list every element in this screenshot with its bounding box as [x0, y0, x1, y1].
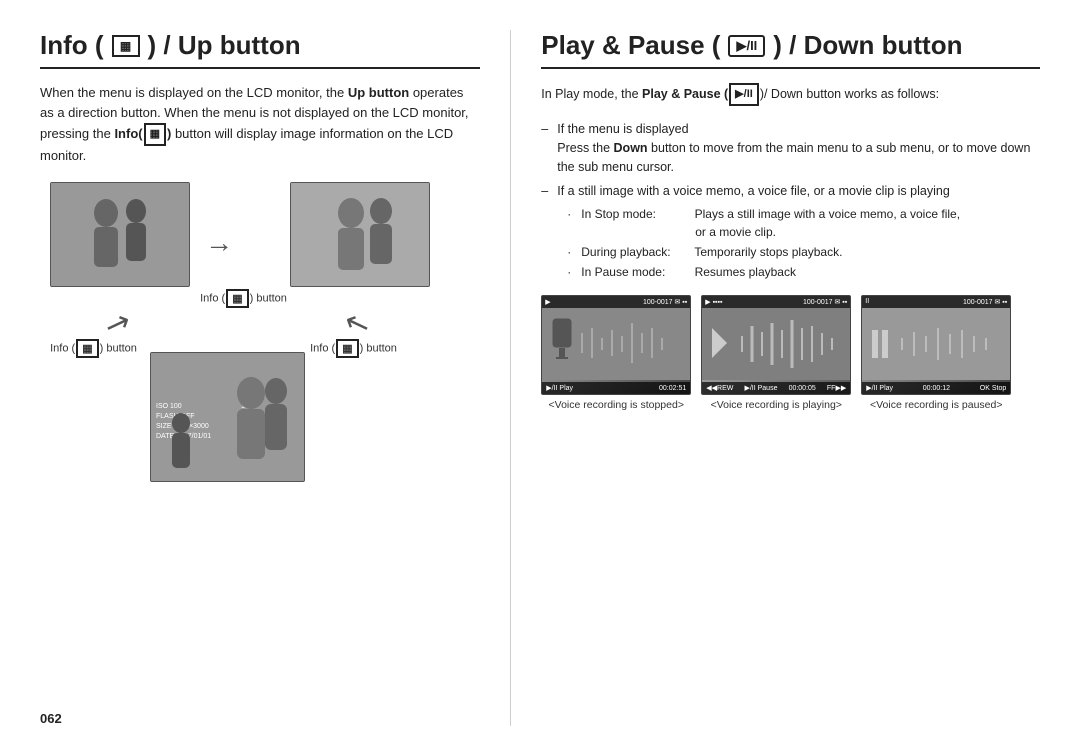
- thumb-item-1: ▶ 100-0017 ✉ ▪▪: [541, 295, 691, 411]
- thumb-item-3: II 100-0017 ✉ ▪▪: [861, 295, 1011, 411]
- thumb2-image: [702, 308, 851, 380]
- thumb3-bar: ▶/II Play 00:00:12 OK Stop: [862, 382, 1010, 394]
- thumb-cam-1: ▶ 100-0017 ✉ ▪▪: [541, 295, 691, 395]
- thumb2-bar-play: ▶/II Pause: [744, 384, 777, 392]
- label-info-center: Info (▦) button: [200, 289, 287, 308]
- thumb3-bar-left: ▶/II Play: [866, 384, 893, 392]
- body-info-label: Info(: [114, 126, 142, 141]
- thumb3-bar-ok: OK Stop: [980, 385, 1006, 392]
- cam1-image: [51, 183, 190, 287]
- thumb1-bar-left: ▶/II Play: [546, 384, 573, 392]
- thumb-cam-3: II 100-0017 ✉ ▪▪: [861, 295, 1011, 395]
- sub-text-2: Temporarily stops playback.: [694, 245, 842, 259]
- diagram: ▶ 100-0010 ✉ ▪▪▪ →: [50, 182, 470, 502]
- sub-item-2: During playback: Temporarily stops playb…: [567, 243, 1040, 261]
- info-label-left-close: ) button: [100, 343, 137, 355]
- info-label-center-text: Info (: [200, 293, 225, 305]
- page-number: 062: [40, 711, 62, 726]
- body-p1-bold: Up button: [348, 85, 409, 100]
- thumb1-hud-icon: ▶: [545, 298, 550, 306]
- thumb3-bar-time: 00:00:12: [923, 385, 950, 392]
- thumb3-hud-icon: II: [865, 298, 869, 306]
- bullet-item-1: If the menu is displayed Press the Down …: [541, 120, 1040, 176]
- left-title-text-pre: Info (: [40, 30, 104, 61]
- arrow-right: →: [205, 227, 233, 259]
- svg-text:ISO 100: ISO 100: [156, 403, 182, 410]
- thumb3-image: [862, 308, 1011, 380]
- thumbnail-row: ▶ 100-0017 ✉ ▪▪: [541, 295, 1040, 411]
- camera-image-3: ▶ 100-0010 ✉ ▪▪▪ ISO 100 FLASH OFF SIZE …: [150, 352, 305, 482]
- label-info-right: Info (▦) button: [310, 339, 397, 358]
- thumb2-bar-ff: FF▶▶: [827, 384, 846, 392]
- bullet-1-sub: Press the Down button to move from the m…: [557, 141, 1030, 174]
- sub-label-3: In Pause mode:: [581, 263, 691, 281]
- sub-label-2: During playback:: [581, 243, 691, 261]
- thumb3-label: <Voice recording is paused>: [870, 399, 1003, 411]
- sub-label-1: In Stop mode:: [581, 205, 691, 223]
- right-title-post: ) / Down button: [773, 30, 962, 61]
- right-column: Play & Pause (▶/II) / Down button In Pla…: [511, 30, 1040, 726]
- info-label-center-close: ) button: [250, 293, 287, 305]
- sub-text-1: Plays a still image with a voice memo, a…: [695, 207, 960, 221]
- cam2-image: [291, 183, 430, 287]
- info-icon-inline: ▦: [144, 123, 166, 146]
- thumb1-bar-time: 00:02:51: [659, 385, 686, 392]
- right-title: Play & Pause ( ▶/II ) / Down button: [541, 30, 1040, 69]
- thumb2-hud-text: 100-0017 ✉ ▪▪: [803, 298, 847, 306]
- info-icon-left: ▦: [76, 339, 98, 358]
- sub-item-1: In Stop mode: Plays a still image with a…: [567, 205, 1040, 241]
- thumb1-label: <Voice recording is stopped>: [549, 399, 684, 411]
- right-body-intro: In Play mode, the Play & Pause (▶/II)/ D…: [541, 83, 1040, 106]
- thumb1-image: [542, 308, 691, 380]
- play-pause-icon-title: ▶/II: [728, 35, 765, 57]
- thumb1-hud-text: 100-0017 ✉ ▪▪: [643, 298, 687, 306]
- info-icon-center: ▦: [226, 289, 248, 308]
- info-label-right-close: ) button: [360, 343, 397, 355]
- right-body-pre: In Play mode, the: [541, 87, 642, 101]
- sub-list: In Stop mode: Plays a still image with a…: [567, 205, 1040, 281]
- left-title-text-post: ) / Up button: [148, 30, 301, 61]
- info-icon-right: ▦: [336, 339, 358, 358]
- page: Info (▦) / Up button When the menu is di…: [0, 0, 1080, 746]
- right-body-bold: Play & Pause (: [642, 87, 728, 101]
- play-pause-icon-inline: ▶/II: [729, 83, 759, 106]
- label-info-left: Info (▦) button: [50, 339, 137, 358]
- left-body-text: When the menu is displayed on the LCD mo…: [40, 83, 480, 166]
- left-title: Info ( ▦ ) / Up button: [40, 30, 480, 69]
- left-column: Info (▦) / Up button When the menu is di…: [40, 30, 511, 726]
- bullet-list: If the menu is displayed Press the Down …: [541, 120, 1040, 281]
- bold-down: Down: [614, 141, 648, 155]
- sub-text-3: Resumes playback: [695, 265, 796, 279]
- thumb2-hud: ▶ ▪▪▪▪ 100-0017 ✉ ▪▪: [702, 296, 850, 308]
- sub-item-3: In Pause mode: Resumes playback: [567, 263, 1040, 281]
- right-title-pre: Play & Pause (: [541, 30, 720, 61]
- thumb1-hud: ▶ 100-0017 ✉ ▪▪: [542, 296, 690, 308]
- body-p1-pre: When the menu is displayed on the LCD mo…: [40, 85, 348, 100]
- bullet-1-text: If the menu is displayed: [557, 122, 688, 136]
- cam3-image: ISO 100 FLASH OFF SIZE 4000×3000 DATE 20…: [151, 353, 305, 482]
- right-body-mid: )/ Down button works as follows:: [760, 87, 939, 101]
- thumb2-bar-rew: ◀◀REW: [706, 384, 733, 392]
- thumb-cam-2: ▶ ▪▪▪▪ 100-0017 ✉ ▪▪: [701, 295, 851, 395]
- thumb2-hud-icon: ▶ ▪▪▪▪: [705, 298, 722, 306]
- thumb2-bar: ◀◀REW ▶/II Pause 00:00:05 FF▶▶: [702, 382, 850, 394]
- thumb3-hud-text: 100-0017 ✉ ▪▪: [963, 298, 1007, 306]
- thumb2-label: <Voice recording is playing>: [711, 399, 842, 411]
- thumb1-bar: ▶/II Play 00:02:51: [542, 382, 690, 394]
- thumb-item-2: ▶ ▪▪▪▪ 100-0017 ✉ ▪▪: [701, 295, 851, 411]
- camera-image-1: ▶ 100-0010 ✉ ▪▪▪: [50, 182, 190, 287]
- info-label-right-text: Info (: [310, 343, 335, 355]
- sub-text-1b: or a movie clip.: [695, 223, 1040, 241]
- bullet-2-text: If a still image with a voice memo, a vo…: [557, 184, 950, 198]
- info-label-left-text: Info (: [50, 343, 75, 355]
- thumb2-bar-time: 00:00:05: [789, 385, 816, 392]
- info-icon-title: ▦: [112, 35, 140, 57]
- camera-image-2: [290, 182, 430, 287]
- thumb3-hud: II 100-0017 ✉ ▪▪: [862, 296, 1010, 308]
- bullet-item-2: If a still image with a voice memo, a vo…: [541, 182, 1040, 281]
